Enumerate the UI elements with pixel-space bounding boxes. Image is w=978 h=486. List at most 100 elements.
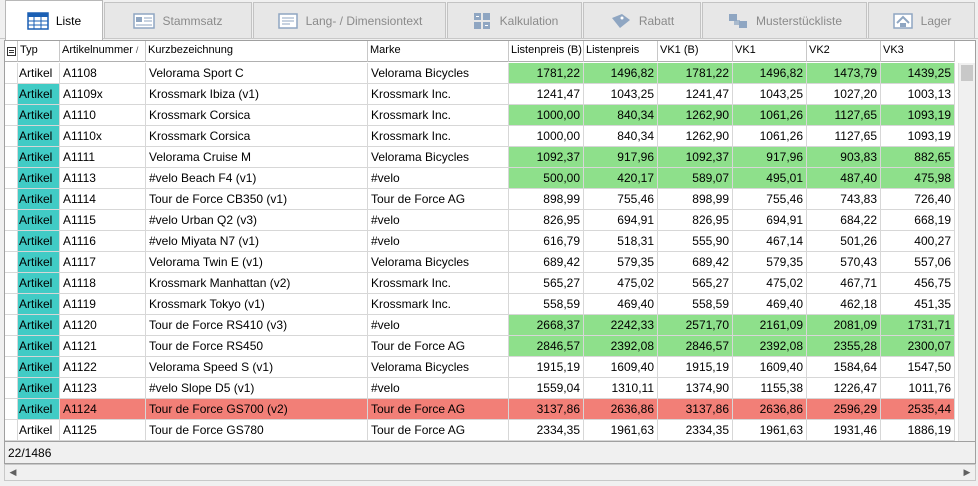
type-cell[interactable]: Artikel <box>18 315 60 335</box>
table-row[interactable]: Artikel A1117 Velorama Twin E (v1) Velorama… <box>5 252 955 273</box>
list-price-cell[interactable]: 2392,08 <box>584 336 658 356</box>
table-row[interactable]: Artikel A1121 Tour de Force RS450 Tour de F… <box>5 336 955 357</box>
type-cell[interactable]: Artikel <box>18 399 60 419</box>
column-header-kurzbezeichnung[interactable]: Kurzbezeichnung <box>146 41 368 62</box>
type-cell[interactable]: Artikel <box>18 252 60 272</box>
brand-cell[interactable]: #velo <box>368 378 509 398</box>
type-cell[interactable]: Artikel <box>18 273 60 293</box>
table-row[interactable]: Artikel A1120 Tour de Force RS410 (v3) #vel… <box>5 315 955 336</box>
list-price-cell[interactable]: 469,40 <box>584 294 658 314</box>
type-cell[interactable]: Artikel <box>18 84 60 104</box>
row-selector[interactable] <box>5 399 18 419</box>
row-selector[interactable] <box>5 126 18 146</box>
table-row[interactable]: Artikel A1110 Krossmark Corsica Krossmark I… <box>5 105 955 126</box>
list-price-gross-cell[interactable]: 1241,47 <box>509 84 584 104</box>
list-price-cell[interactable]: 2242,33 <box>584 315 658 335</box>
vk3-cell[interactable]: 1731,71 <box>881 315 955 335</box>
column-header-listenpreis[interactable]: Listenpreis <box>584 41 658 62</box>
article-number-cell[interactable]: A1115 <box>60 210 146 230</box>
type-cell[interactable]: Artikel <box>18 168 60 188</box>
vk1-cell[interactable]: 579,35 <box>733 252 807 272</box>
brand-cell[interactable]: Krossmark Inc. <box>368 105 509 125</box>
vk1-cell[interactable]: 755,46 <box>733 189 807 209</box>
list-price-gross-cell[interactable]: 616,79 <box>509 231 584 251</box>
table-row[interactable]: Artikel A1125 Tour de Force GS780 Tour de F… <box>5 420 955 441</box>
list-price-cell[interactable]: 1043,25 <box>584 84 658 104</box>
vk3-cell[interactable]: 1093,19 <box>881 105 955 125</box>
vk1-cell[interactable]: 2161,09 <box>733 315 807 335</box>
brand-cell[interactable]: Tour de Force AG <box>368 189 509 209</box>
vk1-gross-cell[interactable]: 1262,90 <box>658 105 733 125</box>
column-header-typ[interactable]: Typ <box>18 41 60 62</box>
type-cell[interactable]: Artikel <box>18 210 60 230</box>
list-price-gross-cell[interactable]: 1000,00 <box>509 126 584 146</box>
brand-cell[interactable]: Tour de Force AG <box>368 399 509 419</box>
type-cell[interactable]: Artikel <box>18 105 60 125</box>
vk1-gross-cell[interactable]: 589,07 <box>658 168 733 188</box>
vk2-cell[interactable]: 2596,29 <box>807 399 881 419</box>
article-number-cell[interactable]: A1111 <box>60 147 146 167</box>
scroll-right-arrow-icon[interactable]: ▶ <box>959 465 975 480</box>
short-description-cell[interactable]: Tour de Force RS410 (v3) <box>146 315 368 335</box>
table-row[interactable]: Artikel A1113 #velo Beach F4 (v1) #velo 500,… <box>5 168 955 189</box>
vk1-gross-cell[interactable]: 2334,35 <box>658 420 733 440</box>
tab-musterstückliste[interactable]: Musterstückliste <box>702 2 867 38</box>
scrollbar-thumb[interactable] <box>961 65 973 81</box>
list-price-gross-cell[interactable]: 565,27 <box>509 273 584 293</box>
article-number-cell[interactable]: A1124 <box>60 399 146 419</box>
tab-stammsatz[interactable]: Stammsatz <box>104 2 252 38</box>
list-price-cell[interactable]: 475,02 <box>584 273 658 293</box>
article-number-cell[interactable]: A1118 <box>60 273 146 293</box>
short-description-cell[interactable]: #velo Slope D5 (v1) <box>146 378 368 398</box>
type-cell[interactable]: Artikel <box>18 189 60 209</box>
short-description-cell[interactable]: Velorama Speed S (v1) <box>146 357 368 377</box>
row-selector[interactable] <box>5 273 18 293</box>
vk1-gross-cell[interactable]: 689,42 <box>658 252 733 272</box>
list-price-gross-cell[interactable]: 500,00 <box>509 168 584 188</box>
vk1-cell[interactable]: 694,91 <box>733 210 807 230</box>
short-description-cell[interactable]: Tour de Force RS450 <box>146 336 368 356</box>
vk1-gross-cell[interactable]: 898,99 <box>658 189 733 209</box>
table-row[interactable]: Artikel A1123 #velo Slope D5 (v1) #velo 1559… <box>5 378 955 399</box>
table-row[interactable]: Artikel A1114 Tour de Force CB350 (v1) Tour… <box>5 189 955 210</box>
short-description-cell[interactable]: #velo Urban Q2 (v3) <box>146 210 368 230</box>
vk2-cell[interactable]: 2081,09 <box>807 315 881 335</box>
article-number-cell[interactable]: A1117 <box>60 252 146 272</box>
column-header-vk1[interactable]: VK1 <box>733 41 807 62</box>
vk1-gross-cell[interactable]: 1915,19 <box>658 357 733 377</box>
short-description-cell[interactable]: Krossmark Corsica <box>146 105 368 125</box>
vk3-cell[interactable]: 456,75 <box>881 273 955 293</box>
brand-cell[interactable]: Velorama Bicycles <box>368 357 509 377</box>
list-price-cell[interactable]: 840,34 <box>584 105 658 125</box>
vk3-cell[interactable]: 668,19 <box>881 210 955 230</box>
article-number-cell[interactable]: A1110 <box>60 105 146 125</box>
table-row[interactable]: Artikel A1109x Krossmark Ibiza (v1) Krossma… <box>5 84 955 105</box>
vk3-cell[interactable]: 1093,19 <box>881 126 955 146</box>
list-price-cell[interactable]: 420,17 <box>584 168 658 188</box>
vk2-cell[interactable]: 1127,65 <box>807 126 881 146</box>
horizontal-scrollbar[interactable]: ◀ ▶ <box>4 464 976 481</box>
row-selector[interactable] <box>5 84 18 104</box>
vk1-gross-cell[interactable]: 2571,70 <box>658 315 733 335</box>
list-price-gross-cell[interactable]: 558,59 <box>509 294 584 314</box>
vk3-cell[interactable]: 1011,76 <box>881 378 955 398</box>
short-description-cell[interactable]: Velorama Sport C <box>146 63 368 83</box>
list-price-cell[interactable]: 1496,82 <box>584 63 658 83</box>
vk1-gross-cell[interactable]: 1374,90 <box>658 378 733 398</box>
article-number-cell[interactable]: A1122 <box>60 357 146 377</box>
brand-cell[interactable]: #velo <box>368 168 509 188</box>
vk3-cell[interactable]: 400,27 <box>881 231 955 251</box>
table-row[interactable]: Artikel A1110x Krossmark Corsica Krossmark … <box>5 126 955 147</box>
type-cell[interactable]: Artikel <box>18 420 60 440</box>
table-row[interactable]: Artikel A1122 Velorama Speed S (v1) Veloram… <box>5 357 955 378</box>
vk3-cell[interactable]: 475,98 <box>881 168 955 188</box>
list-price-gross-cell[interactable]: 898,99 <box>509 189 584 209</box>
brand-cell[interactable]: #velo <box>368 315 509 335</box>
list-price-gross-cell[interactable]: 2846,57 <box>509 336 584 356</box>
type-cell[interactable]: Artikel <box>18 357 60 377</box>
vk1-cell[interactable]: 469,40 <box>733 294 807 314</box>
list-price-cell[interactable]: 840,34 <box>584 126 658 146</box>
vk1-cell[interactable]: 1961,63 <box>733 420 807 440</box>
vk1-cell[interactable]: 475,02 <box>733 273 807 293</box>
brand-cell[interactable]: Velorama Bicycles <box>368 147 509 167</box>
